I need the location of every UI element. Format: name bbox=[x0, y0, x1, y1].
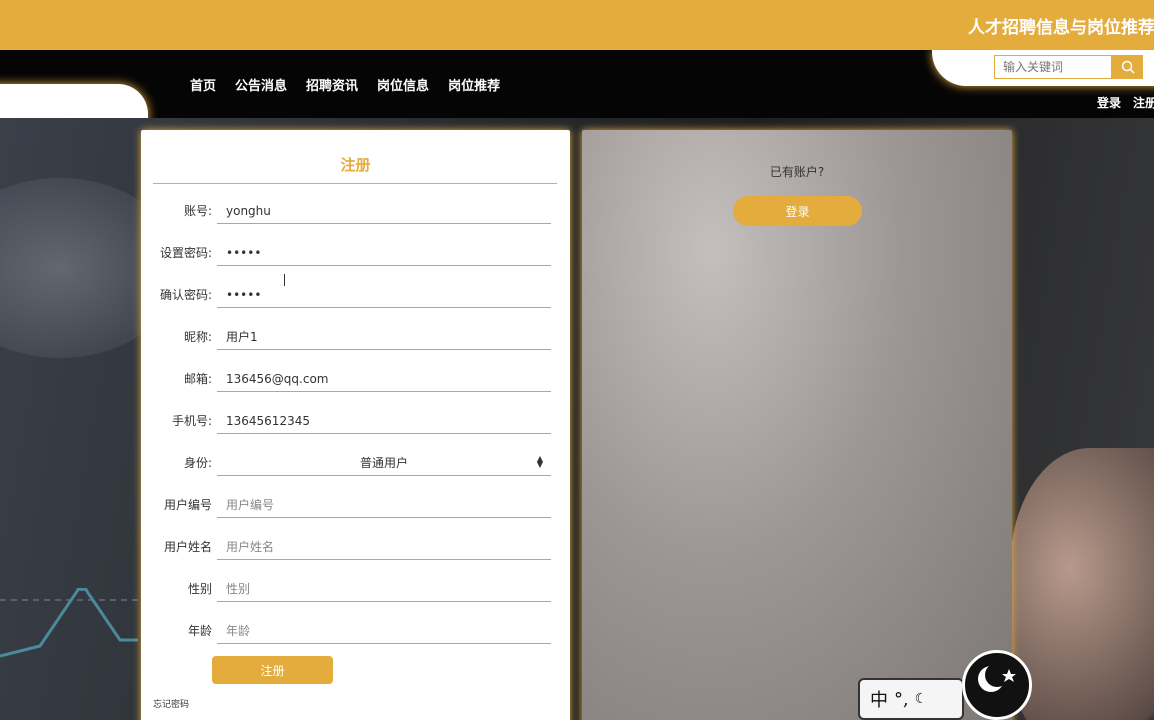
password-input[interactable]: ••••• bbox=[217, 240, 551, 266]
form-row-age: 年龄 年龄 bbox=[141, 618, 570, 656]
ime-mascot-icon bbox=[962, 650, 1032, 720]
user-number-label: 用户编号 bbox=[163, 498, 212, 512]
nav-item-job-info[interactable]: 岗位信息 bbox=[377, 75, 429, 94]
ime-toolbar[interactable]: 中 °, ☾ bbox=[858, 678, 964, 720]
nav-item-recruit-news[interactable]: 招聘资讯 bbox=[306, 75, 358, 94]
account-input[interactable]: yonghu bbox=[217, 198, 551, 224]
moon-star-icon bbox=[978, 663, 1016, 692]
ime-mode-char[interactable]: 中 bbox=[870, 686, 888, 712]
register-title: 注册 bbox=[340, 156, 371, 174]
form-row-phone: 手机号: 13645612345 bbox=[141, 408, 570, 446]
form-row-account: 账号: yonghu bbox=[141, 198, 570, 286]
form-row-gender: 性别 性别 bbox=[141, 576, 570, 614]
login-link[interactable]: 登录 bbox=[1097, 94, 1121, 111]
identity-selected-value: 普通用户 bbox=[359, 456, 408, 470]
top-banner: 人才招聘信息与岗位推荐 bbox=[0, 0, 1154, 50]
user-name-input[interactable]: 用户姓名 bbox=[217, 534, 551, 560]
identity-label: 身份: bbox=[183, 456, 212, 470]
site-title: 人才招聘信息与岗位推荐 bbox=[968, 18, 1154, 38]
user-name-label: 用户姓名 bbox=[163, 540, 212, 554]
register-submit-button[interactable]: 注册 bbox=[212, 656, 333, 684]
background-chart-line bbox=[0, 588, 150, 658]
form-row-email: 邮箱: 136456@qq.com bbox=[141, 366, 570, 404]
nav-item-announcements[interactable]: 公告消息 bbox=[235, 75, 287, 94]
confirm-password-input[interactable]: ••••• bbox=[217, 282, 551, 308]
register-panel: 注册 账号: yonghu 设置密码: ••••• 确认密码: ••••• 昵称… bbox=[141, 130, 570, 720]
register-divider bbox=[153, 183, 557, 184]
register-link[interactable]: 注册 bbox=[1133, 94, 1154, 111]
nav-menu: 首页 公告消息 招聘资讯 岗位信息 岗位推荐 bbox=[190, 75, 500, 94]
gender-input[interactable]: 性别 bbox=[217, 576, 551, 602]
form-row-user-name: 用户姓名 用户姓名 bbox=[141, 534, 570, 572]
have-account-text: 已有账户? bbox=[769, 165, 825, 179]
ime-moon-icon: ☾ bbox=[914, 691, 928, 707]
search-icon bbox=[1121, 60, 1135, 74]
login-button[interactable]: 登录 bbox=[733, 196, 862, 226]
form-row-password: 设置密码: ••••• bbox=[141, 240, 570, 278]
search-input[interactable] bbox=[994, 55, 1112, 79]
nav-item-job-recommend[interactable]: 岗位推荐 bbox=[448, 75, 500, 94]
forgot-password-link[interactable]: 忘记密码 bbox=[153, 697, 189, 710]
auth-links: 登录 注册 bbox=[1097, 94, 1154, 111]
form-row-identity: 身份: 普通用户 ▲ ▼ bbox=[141, 450, 570, 488]
identity-select[interactable]: 普通用户 ▲ ▼ bbox=[217, 450, 551, 476]
nickname-label: 昵称: bbox=[183, 330, 212, 344]
nav-item-home[interactable]: 首页 bbox=[190, 75, 216, 94]
age-label: 年龄 bbox=[187, 624, 212, 638]
ime-punct[interactable]: °, bbox=[894, 689, 909, 710]
form-row-nickname: 昵称: 用户1 bbox=[141, 324, 570, 362]
login-panel: 已有账户? 登录 bbox=[582, 130, 1012, 720]
age-input[interactable]: 年龄 bbox=[217, 618, 551, 644]
phone-input[interactable]: 13645612345 bbox=[217, 408, 551, 434]
search-button[interactable] bbox=[1112, 55, 1143, 79]
password-label: 设置密码: bbox=[159, 246, 212, 260]
select-arrows-icon: ▲ ▼ bbox=[536, 454, 543, 469]
form-row-user-number: 用户编号 用户编号 bbox=[141, 492, 570, 530]
email-input[interactable]: 136456@qq.com bbox=[217, 366, 551, 392]
email-label: 邮箱: bbox=[183, 372, 212, 386]
confirm-password-label: 确认密码: bbox=[159, 288, 212, 302]
account-label: 账号: bbox=[183, 204, 212, 218]
form-row-confirm-password: 确认密码: ••••• bbox=[141, 282, 570, 320]
gender-label: 性别 bbox=[187, 582, 212, 596]
user-number-input[interactable]: 用户编号 bbox=[217, 492, 551, 518]
nickname-input[interactable]: 用户1 bbox=[217, 324, 551, 350]
phone-label: 手机号: bbox=[171, 414, 212, 428]
